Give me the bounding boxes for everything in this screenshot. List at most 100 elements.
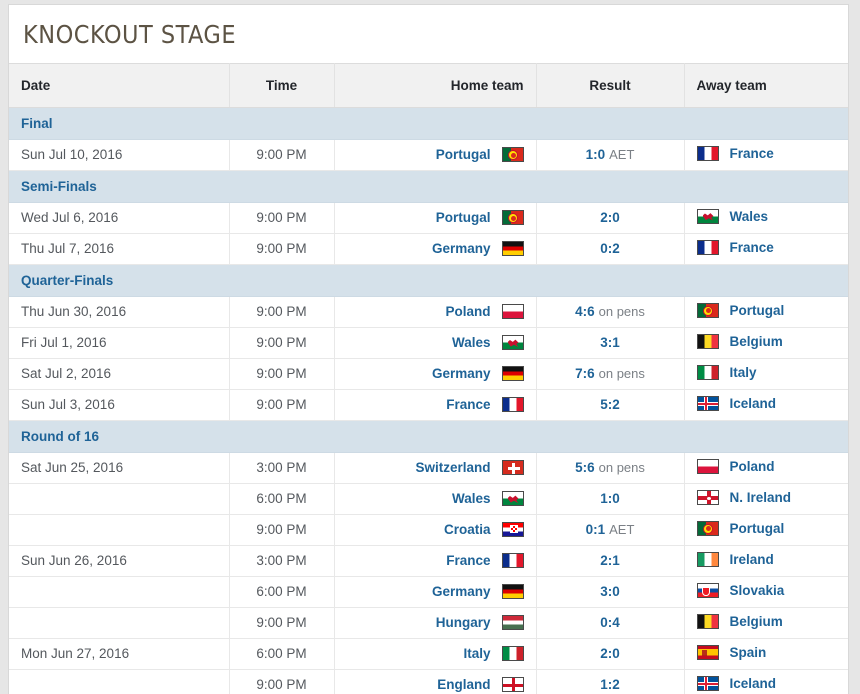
home-team-cell[interactable]: France <box>334 389 537 421</box>
column-header-result[interactable]: Result <box>536 62 685 108</box>
away-team-name: Belgium <box>729 613 783 629</box>
match-date: Mon Jun 27, 2016 <box>9 638 230 670</box>
home-team-cell[interactable]: Portugal <box>334 139 537 171</box>
home-team: Germany <box>432 241 524 256</box>
match-row[interactable]: 9:00 PM Hungary 0:4 Belgium <box>9 607 848 639</box>
match-date: Sat Jun 25, 2016 <box>9 452 230 484</box>
flag-icon-poland <box>501 304 524 319</box>
match-row[interactable]: Fri Jul 1, 2016 9:00 PM Wales 3:1 Belgium <box>9 327 848 359</box>
result-suffix: AET <box>609 522 635 537</box>
home-team: Poland <box>445 304 524 319</box>
home-team-cell[interactable]: Hungary <box>334 607 537 639</box>
away-team-cell[interactable]: Belgium <box>684 327 848 359</box>
away-team-cell[interactable]: Portugal <box>684 296 848 328</box>
away-team-cell[interactable]: France <box>684 233 848 265</box>
match-row[interactable]: Sat Jun 25, 2016 3:00 PM Switzerland 5:6 on … <box>9 452 848 484</box>
match-row[interactable]: Mon Jun 27, 2016 6:00 PM Italy 2:0 Spain <box>9 638 848 670</box>
home-team-cell[interactable]: Germany <box>334 233 537 265</box>
section-header-row: Final <box>9 106 848 140</box>
result-score: 1:0 <box>600 491 620 506</box>
away-team-cell[interactable]: France <box>684 139 848 171</box>
home-team-cell[interactable]: Italy <box>334 638 537 670</box>
match-row[interactable]: 6:00 PM Germany 3:0 Slovakia <box>9 576 848 608</box>
section-label: Quarter-Finals <box>9 263 848 297</box>
flag-icon-wales <box>696 208 719 224</box>
match-row[interactable]: Thu Jun 30, 2016 9:00 PM Poland 4:6 on pens P… <box>9 296 848 328</box>
away-team-cell[interactable]: Iceland <box>684 669 848 694</box>
flag-icon-germany <box>501 584 524 599</box>
away-team-name: Ireland <box>729 551 774 567</box>
section-header-row: Round of 16 <box>9 419 848 453</box>
section-header-row: Quarter-Finals <box>9 263 848 297</box>
match-result: 2:1 <box>536 545 685 577</box>
flag-icon-germany <box>501 241 524 256</box>
column-header-date[interactable]: Date <box>9 62 230 108</box>
away-team-cell[interactable]: N. Ireland <box>684 483 848 515</box>
away-team: Poland <box>696 458 775 474</box>
column-header-away[interactable]: Away team <box>684 62 848 108</box>
home-team-cell[interactable]: Poland <box>334 296 537 328</box>
home-team-cell[interactable]: Portugal <box>334 202 537 234</box>
home-team: Wales <box>452 335 524 350</box>
flag-icon-italy <box>696 364 719 380</box>
result-score: 4:6 <box>575 304 595 319</box>
away-team-name: Wales <box>729 208 769 224</box>
result-score: 0:4 <box>600 615 620 630</box>
match-date: Sat Jul 2, 2016 <box>9 358 230 390</box>
home-team-name: Switzerland <box>415 460 491 475</box>
match-row[interactable]: Sun Jul 3, 2016 9:00 PM France 5:2 Iceland <box>9 389 848 421</box>
away-team-cell[interactable]: Portugal <box>684 514 848 546</box>
away-team-cell[interactable]: Belgium <box>684 607 848 639</box>
home-team-cell[interactable]: Wales <box>334 327 537 359</box>
away-team-cell[interactable]: Iceland <box>684 389 848 421</box>
home-team-cell[interactable]: Germany <box>334 358 537 390</box>
column-header-home[interactable]: Home team <box>334 62 537 108</box>
away-team-cell[interactable]: Ireland <box>684 545 848 577</box>
fixtures-table: Date Time Home team Result Away team Fin… <box>9 62 848 694</box>
home-team: Germany <box>432 584 524 599</box>
match-result: 0:1 AET <box>536 514 685 546</box>
page-root: KNOCKOUT STAGE Date Time Home team Resul… <box>0 0 860 694</box>
match-row[interactable]: Thu Jul 7, 2016 9:00 PM Germany 0:2 France <box>9 233 848 265</box>
flag-icon-england <box>501 677 524 692</box>
away-team-cell[interactable]: Italy <box>684 358 848 390</box>
column-header-time[interactable]: Time <box>229 62 335 108</box>
away-team: France <box>696 239 774 255</box>
match-row[interactable]: Sun Jul 10, 2016 9:00 PM Portugal 1:0 AET Fra… <box>9 139 848 171</box>
match-time: 9:00 PM <box>229 514 335 546</box>
result-score: 2:0 <box>600 210 620 225</box>
away-team-cell[interactable]: Spain <box>684 638 848 670</box>
away-team-name: Italy <box>729 364 757 380</box>
home-team-cell[interactable]: Germany <box>334 576 537 608</box>
section-label: Round of 16 <box>9 419 848 453</box>
match-row[interactable]: Wed Jul 6, 2016 9:00 PM Portugal 2:0 Wales <box>9 202 848 234</box>
away-team-cell[interactable]: Slovakia <box>684 576 848 608</box>
home-team-cell[interactable]: France <box>334 545 537 577</box>
flag-icon-portugal <box>501 147 524 162</box>
match-row[interactable]: 6:00 PM Wales 1:0 N. Ireland <box>9 483 848 515</box>
home-team-cell[interactable]: Croatia <box>334 514 537 546</box>
match-row[interactable]: Sun Jun 26, 2016 3:00 PM France 2:1 Ireland <box>9 545 848 577</box>
home-team-name: Croatia <box>443 522 491 537</box>
home-team: Italy <box>463 646 524 661</box>
match-result: 0:2 <box>536 233 685 265</box>
match-row[interactable]: 9:00 PM England 1:2 Iceland <box>9 669 848 694</box>
home-team: England <box>437 677 524 692</box>
flag-icon-belgium <box>696 333 719 349</box>
table-body: Final Sun Jul 10, 2016 9:00 PM Portugal 1:0 A… <box>9 106 848 694</box>
away-team: Belgium <box>696 333 783 349</box>
away-team-cell[interactable]: Poland <box>684 452 848 484</box>
match-result: 2:0 <box>536 202 685 234</box>
away-team-name: France <box>729 239 774 255</box>
result-score: 0:1 <box>585 522 606 537</box>
flag-icon-portugal <box>501 210 524 225</box>
match-time: 9:00 PM <box>229 296 335 328</box>
home-team-cell[interactable]: England <box>334 669 537 694</box>
header-row: Date Time Home team Result Away team <box>9 62 848 108</box>
match-row[interactable]: 9:00 PM Croatia 0:1 AET Portugal <box>9 514 848 546</box>
match-result: 5:2 <box>536 389 685 421</box>
home-team-cell[interactable]: Wales <box>334 483 537 515</box>
away-team-cell[interactable]: Wales <box>684 202 848 234</box>
home-team-cell[interactable]: Switzerland <box>334 452 537 484</box>
match-row[interactable]: Sat Jul 2, 2016 9:00 PM Germany 7:6 on pens I… <box>9 358 848 390</box>
